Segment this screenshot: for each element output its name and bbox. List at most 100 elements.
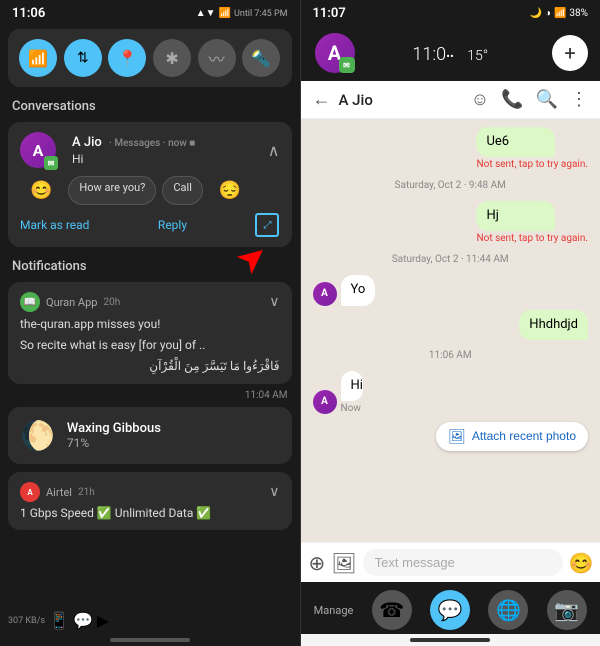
bottom-kb-label: 307 KB/s xyxy=(8,616,45,626)
time-right: 11:07 xyxy=(313,6,346,21)
nav-browser[interactable]: 🌐 xyxy=(488,590,528,630)
time-temp-overlay: 11:0•• 15° xyxy=(412,41,488,66)
received-message-hi[interactable]: Hi xyxy=(341,371,364,401)
conv-message: Hi xyxy=(72,152,195,166)
airtel-notif-expand[interactable]: ∨ xyxy=(269,484,279,500)
table-row: Hhdhdjd xyxy=(313,310,589,340)
table-row: Hj Not sent, tap to try again. xyxy=(313,201,589,244)
nfc-toggle[interactable]: 〰 xyxy=(198,39,236,77)
msg-error-hj[interactable]: Not sent, tap to try again. xyxy=(476,233,588,244)
input-area: ⊕ 🖼 😊 🎤 xyxy=(301,542,600,582)
search-icon[interactable]: 🔍 xyxy=(536,89,558,110)
table-row: A Hi Now xyxy=(313,371,589,414)
airtel-notif-header: A Airtel 21h ∨ xyxy=(20,482,280,502)
chat-app-header: ← A Jio ☺ 📞 🔍 ⋮ xyxy=(301,81,600,119)
bottom-bar-left: 307 KB/s 📱 💬 ▶ xyxy=(0,607,300,634)
quran-notification-card: 📖 Quran App 20h ∨ the-quran.app misses y… xyxy=(8,282,292,384)
battery-label: 38% xyxy=(569,8,588,19)
received-message-yo[interactable]: Yo xyxy=(341,275,376,305)
bluetooth-toggle[interactable]: ✱ xyxy=(153,39,191,77)
bottom-chat-icon: 💬 xyxy=(73,611,93,630)
status-bar-left: 11:06 ▲▼ 📶 Until 7:45 PM xyxy=(0,0,300,25)
table-row: A Yo xyxy=(313,275,589,305)
nav-camera[interactable]: 📷 xyxy=(547,590,587,630)
quick-replies-row: 😊 How are you? Call 😔 xyxy=(20,176,280,205)
quick-reply-how-are-you[interactable]: How are you? xyxy=(68,176,156,205)
emoji-input-icon[interactable]: 😊 xyxy=(569,551,594,575)
manage-label[interactable]: Manage xyxy=(314,604,354,617)
status-icons-right: 🌙 ◑ 📶 38% xyxy=(529,8,588,19)
moon-percent: 71% xyxy=(67,436,280,450)
airtel-notif-time: 21h xyxy=(78,487,95,498)
conversation-card: A ✉ A Jio · Messages · now ■ Hi ∧ 😊 How … xyxy=(8,122,292,247)
call-icon[interactable]: 📞 xyxy=(501,89,523,110)
quick-reply-emoji1[interactable]: 😊 xyxy=(20,176,62,205)
msg-avatar-hi: A xyxy=(313,390,337,414)
conv-actions: Mark as read Reply ⤢ xyxy=(20,213,280,237)
network-status-icon: ◑ xyxy=(545,8,551,19)
airtel-notification-card: A Airtel 21h ∨ 1 Gbps Speed ✅ Unlimited … xyxy=(8,472,292,530)
moon-status-icon: 🌙 xyxy=(529,8,541,19)
add-bubble-button[interactable]: + xyxy=(552,35,588,71)
fullscreen-icon[interactable]: ⤢ xyxy=(255,213,279,237)
signal-status-icon: 📶 xyxy=(554,8,566,19)
conv-expand-icon[interactable]: ∧ xyxy=(268,141,280,160)
airtel-app-name: Airtel xyxy=(46,486,72,499)
quick-reply-call[interactable]: Call xyxy=(162,176,203,205)
moon-info: Waxing Gibbous 71% xyxy=(67,421,280,450)
quick-reply-emoji2[interactable]: 😔 xyxy=(209,176,251,205)
flashlight-toggle[interactable]: 🔦 xyxy=(242,39,280,77)
bottom-phone-icon: 📱 xyxy=(49,611,69,630)
attach-recent-photo-button[interactable]: 🖼 Attach recent photo xyxy=(436,422,588,451)
until-label: Until 7:45 PM xyxy=(234,9,287,19)
airtel-logo: A xyxy=(20,482,40,502)
quran-notif-expand[interactable]: ∨ xyxy=(269,294,279,310)
airtel-app-info: A Airtel 21h xyxy=(20,482,95,502)
conv-info: A Jio · Messages · now ■ Hi xyxy=(72,135,195,166)
contact-name: A Jio xyxy=(339,91,463,109)
chat-header-icons: ☺ 📞 🔍 ⋮ xyxy=(471,89,588,110)
mark-as-read-button[interactable]: Mark as read xyxy=(20,218,89,232)
quran-notif-text2: So recite what is easy [for you] of .. xyxy=(20,337,280,354)
quran-notif-header: 📖 Quran App 20h ∨ xyxy=(20,292,280,312)
timestamp-1106: 11:06 AM xyxy=(313,350,589,361)
conv-avatar: A ✉ xyxy=(20,132,56,168)
chat-overlay: A ✉ + 11:0•• 15° xyxy=(301,25,600,81)
nav-phone[interactable]: ☎ xyxy=(372,590,412,630)
nav-messages[interactable]: 💬 xyxy=(430,590,470,630)
float-avatar[interactable]: A ✉ xyxy=(313,31,357,75)
more-options-icon[interactable]: ⋮ xyxy=(570,89,588,110)
conv-name: A Jio · Messages · now ■ xyxy=(72,135,195,150)
status-bar-right: 11:07 🌙 ◑ 📶 38% xyxy=(301,0,600,25)
quran-app-info: 📖 Quran App 20h xyxy=(20,292,120,312)
message-input[interactable] xyxy=(363,549,563,576)
msg-time-now: Now xyxy=(341,403,373,414)
back-button[interactable]: ← xyxy=(313,89,331,110)
data-toggle[interactable]: ⇅ xyxy=(64,39,102,77)
notifications-header: Notifications xyxy=(0,251,300,278)
quran-notif-time: 20h xyxy=(103,297,120,308)
sent-message-hj[interactable]: Hj xyxy=(476,201,554,231)
msg-avatar-yo: A xyxy=(313,282,337,306)
left-panel: 11:06 ▲▼ 📶 Until 7:45 PM 📶 ⇅ 📍 ✱ 〰 🔦 Con… xyxy=(0,0,300,646)
timestamp-oct2-948: Saturday, Oct 2 · 9:48 AM xyxy=(313,180,589,191)
sent-message-hhdhdjd[interactable]: Hhdhdjd xyxy=(519,310,588,340)
home-indicator-right xyxy=(410,638,490,642)
wifi-toggle[interactable]: 📶 xyxy=(19,39,57,77)
right-panel: 11:07 🌙 ◑ 📶 38% A ✉ + 11:0•• 15° ← A Jio… xyxy=(301,0,600,646)
msg-error-ue6[interactable]: Not sent, tap to try again. xyxy=(476,159,588,170)
moon-icon: 🌔 xyxy=(20,419,55,452)
messages-area: Ue6 Not sent, tap to try again. Saturday… xyxy=(301,119,600,542)
quick-settings-row: 📶 ⇅ 📍 ✱ 〰 🔦 xyxy=(16,39,284,77)
reply-button[interactable]: Reply xyxy=(158,218,187,232)
sticker-icon[interactable]: 🖼 xyxy=(331,551,356,575)
sent-message-ue6[interactable]: Ue6 xyxy=(476,127,554,157)
emoji-icon[interactable]: ☺ xyxy=(471,89,489,110)
attach-btn-label: Attach recent photo xyxy=(472,429,576,443)
conv-avatar-badge: ✉ xyxy=(44,156,58,170)
airtel-notif-text: 1 Gbps Speed ✅ Unlimited Data ✅ xyxy=(20,506,280,520)
location-toggle[interactable]: 📍 xyxy=(108,39,146,77)
add-icon[interactable]: ⊕ xyxy=(309,551,326,575)
conv-header: A ✉ A Jio · Messages · now ■ Hi ∧ xyxy=(20,132,280,168)
conversations-header: Conversations xyxy=(0,91,300,118)
